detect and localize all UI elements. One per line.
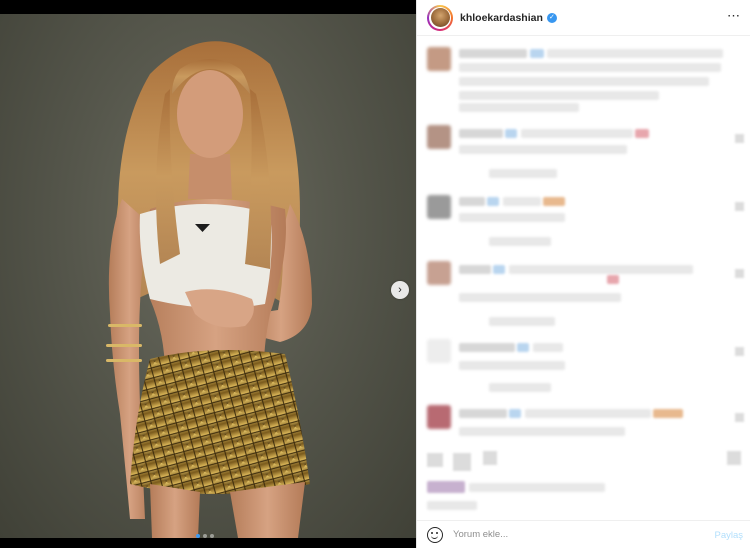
post-header: khloekardashian ✓ ⋯ bbox=[417, 0, 750, 36]
comment-avatar bbox=[427, 339, 451, 363]
carousel-dot-2 bbox=[203, 534, 207, 538]
redacted-text bbox=[459, 145, 627, 154]
share-icon[interactable] bbox=[483, 451, 497, 465]
redacted-text bbox=[459, 129, 503, 138]
comment-avatar bbox=[427, 261, 451, 285]
redacted-text bbox=[459, 213, 565, 222]
comments-list-redacted bbox=[417, 37, 750, 517]
redacted-text bbox=[459, 197, 485, 206]
save-icon[interactable] bbox=[727, 451, 741, 465]
redacted-text bbox=[459, 91, 659, 100]
redacted-text bbox=[489, 169, 557, 178]
redacted-text bbox=[509, 265, 693, 274]
comment-avatar bbox=[427, 125, 451, 149]
redacted-text bbox=[517, 343, 529, 352]
redacted-text bbox=[653, 409, 683, 418]
redacted-text bbox=[530, 49, 544, 58]
post-comment-button[interactable]: Paylaş bbox=[714, 530, 743, 541]
redacted-text bbox=[547, 49, 723, 58]
like-icon[interactable] bbox=[735, 413, 744, 422]
comment-avatar bbox=[427, 47, 451, 71]
like-icon[interactable] bbox=[735, 347, 744, 356]
instagram-post-modal: › khloekardashian ✓ ⋯ Yorum ekle... Payl… bbox=[0, 0, 750, 548]
redacted-text bbox=[503, 197, 541, 206]
redacted-text bbox=[533, 343, 563, 352]
redacted-text bbox=[521, 129, 633, 138]
next-photo-button[interactable]: › bbox=[391, 281, 409, 299]
redacted-text bbox=[459, 63, 721, 72]
redacted-text bbox=[459, 343, 515, 352]
redacted-text bbox=[459, 103, 579, 112]
redacted-text bbox=[505, 129, 517, 138]
like-post-icon[interactable] bbox=[427, 453, 443, 467]
like-icon[interactable] bbox=[735, 269, 744, 278]
like-icon[interactable] bbox=[735, 202, 744, 211]
carousel-indicator bbox=[196, 534, 214, 538]
emoji-smiley-icon[interactable] bbox=[427, 526, 443, 543]
verified-badge-icon: ✓ bbox=[546, 12, 557, 23]
redacted-text bbox=[459, 409, 507, 418]
redacted-text bbox=[509, 409, 521, 418]
redacted-text bbox=[427, 501, 477, 510]
redacted-text bbox=[459, 427, 625, 436]
redacted-text bbox=[489, 383, 551, 392]
like-icon[interactable] bbox=[735, 134, 744, 143]
redacted-text bbox=[489, 317, 555, 326]
comment-input[interactable] bbox=[453, 529, 693, 540]
username-link[interactable]: khloekardashian bbox=[460, 12, 543, 24]
redacted-text bbox=[459, 293, 621, 302]
redacted-text bbox=[525, 409, 651, 418]
redacted-text bbox=[459, 77, 709, 86]
comment-avatar bbox=[427, 405, 451, 429]
add-comment-bar: Paylaş bbox=[417, 520, 750, 548]
redacted-text bbox=[459, 361, 565, 370]
liked-by-avatars bbox=[427, 481, 465, 493]
comment-avatar bbox=[427, 195, 451, 219]
photo-illustration bbox=[106, 41, 312, 538]
comment-icon[interactable] bbox=[453, 453, 471, 471]
post-sidebar: khloekardashian ✓ ⋯ Yorum ekle... Paylaş bbox=[416, 0, 750, 548]
more-options-icon[interactable]: ⋯ bbox=[727, 9, 741, 22]
redacted-text bbox=[635, 129, 649, 138]
redacted-text bbox=[487, 197, 499, 206]
redacted-text bbox=[607, 275, 619, 284]
chevron-right-icon: › bbox=[398, 283, 402, 296]
redacted-text bbox=[459, 265, 491, 274]
carousel-dot-1 bbox=[196, 534, 200, 538]
redacted-text bbox=[489, 237, 551, 246]
redacted-text bbox=[493, 265, 505, 274]
post-photo[interactable]: › bbox=[0, 14, 416, 538]
redacted-text bbox=[459, 49, 527, 58]
carousel-dot-3 bbox=[210, 534, 214, 538]
redacted-text bbox=[469, 483, 605, 492]
redacted-text bbox=[543, 197, 565, 206]
avatar[interactable] bbox=[427, 4, 453, 31]
